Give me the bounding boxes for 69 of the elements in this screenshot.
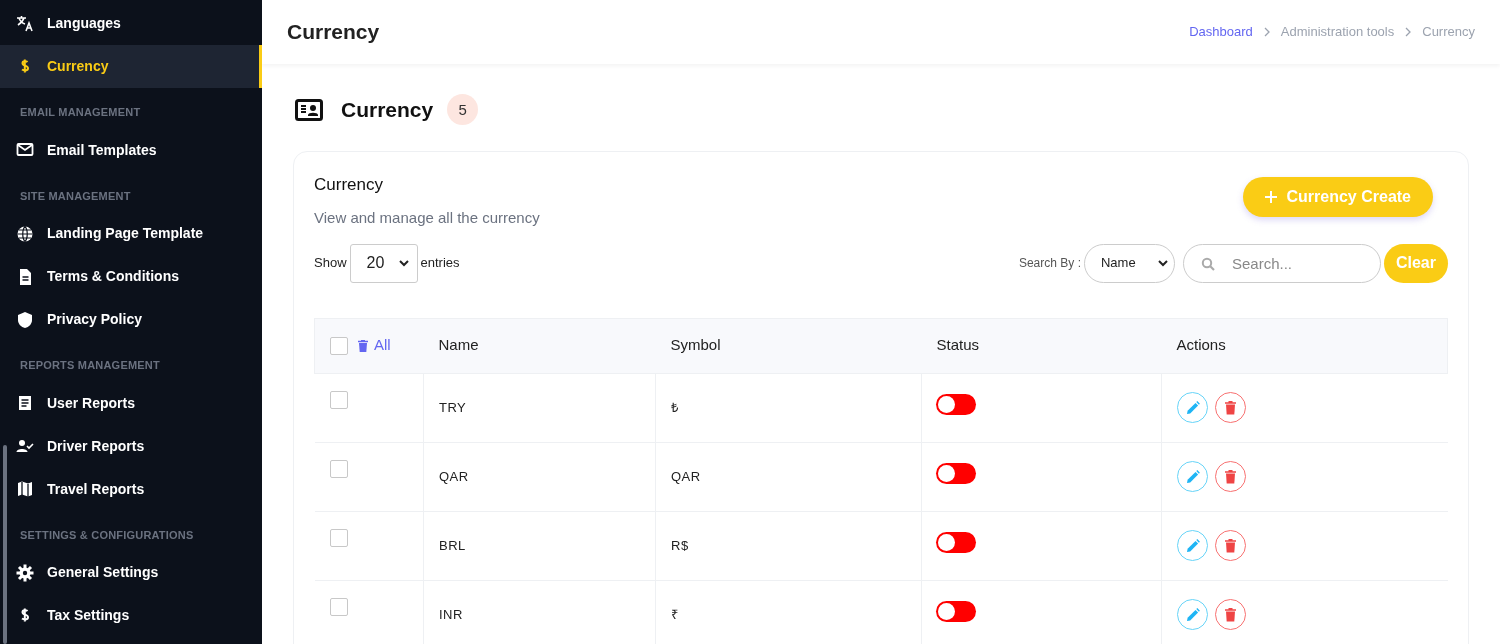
- table-cell: QAR: [423, 442, 656, 511]
- shield-icon: [15, 309, 35, 330]
- table-cell: TRY: [423, 373, 656, 442]
- delete-all-button[interactable]: All: [358, 334, 391, 357]
- search-icon: [1200, 256, 1215, 271]
- chevron-icon: [1404, 27, 1413, 37]
- section-title: Currency: [341, 97, 434, 123]
- sidebar-item[interactable]: Landing Page Template: [0, 212, 262, 255]
- checkbox[interactable]: [330, 336, 348, 355]
- table-cell: INR: [423, 580, 656, 644]
- checkbox[interactable]: [329, 390, 348, 409]
- table-cell: R$: [655, 511, 922, 580]
- globe-icon: [15, 223, 35, 244]
- pencil-icon: [1185, 538, 1200, 553]
- table-cell: ₹: [655, 580, 922, 644]
- column-header: Actions: [1161, 318, 1448, 373]
- checkbox[interactable]: [329, 459, 348, 478]
- id-card-icon: [295, 98, 323, 121]
- plus-icon: [1264, 190, 1277, 203]
- entries-label: entries: [420, 254, 460, 273]
- checkbox[interactable]: [329, 597, 348, 616]
- table-cell: BRL: [423, 511, 656, 580]
- caret-icon: [1157, 259, 1168, 267]
- page-title: Currency: [287, 19, 380, 46]
- status-toggle[interactable]: [936, 600, 976, 622]
- sidebar-item[interactable]: Travel Reports: [0, 467, 262, 511]
- sidebar-section-title: REPORTS MANAGEMENT: [19, 358, 161, 373]
- checkbox[interactable]: [329, 528, 348, 547]
- trash-icon: [1225, 538, 1236, 553]
- status-toggle[interactable]: [936, 531, 976, 553]
- translate-icon: [15, 13, 35, 34]
- sidebar-item[interactable]: Terms & Conditions: [0, 255, 262, 298]
- trash-icon: [1225, 400, 1236, 415]
- pencil-icon: [1185, 607, 1200, 622]
- show-label: Show: [314, 254, 347, 273]
- map-icon: [15, 479, 35, 499]
- search-field[interactable]: Search...: [1182, 243, 1381, 283]
- status-toggle[interactable]: [936, 462, 976, 484]
- trash-icon: [1225, 607, 1236, 622]
- column-header: Name: [423, 318, 656, 373]
- card-title: Currency: [314, 173, 384, 196]
- table-cell: QAR: [655, 442, 922, 511]
- chevron-icon: [1262, 27, 1271, 37]
- sidebar-item[interactable]: Tax Settings: [0, 594, 262, 637]
- caret-icon: [398, 259, 409, 267]
- sidebar-section-title: SITE MANAGEMENT: [19, 188, 132, 204]
- trash-icon: [358, 339, 368, 352]
- sidebar-item[interactable]: Privacy Policy: [0, 298, 262, 341]
- sidebar-item[interactable]: Email Templates: [0, 128, 262, 172]
- count-badge: 5: [447, 94, 479, 126]
- sidebar-item[interactable]: Languages: [0, 2, 262, 45]
- sidebar-section-title: EMAIL MANAGEMENT: [19, 105, 142, 120]
- search-by-label: Search By :: [1018, 255, 1081, 272]
- sidebar-item[interactable]: Currency: [0, 45, 262, 88]
- status-toggle[interactable]: [936, 393, 976, 415]
- sidebar-section-title: SETTINGS & CONFIGURATIONS: [19, 527, 195, 543]
- column-header: Symbol: [655, 318, 922, 373]
- card-subtitle: View and manage all the currency: [314, 208, 540, 228]
- sidebar-item[interactable]: User Reports: [0, 381, 262, 425]
- sidebar-item[interactable]: Driver Reports: [0, 424, 262, 468]
- column-header: Status: [921, 318, 1162, 373]
- pencil-icon: [1185, 400, 1200, 415]
- trash-icon: [1225, 469, 1236, 484]
- table-cell: ₺: [655, 373, 922, 442]
- gear-icon: [15, 562, 35, 583]
- pencil-icon: [1185, 469, 1200, 484]
- page-size-select[interactable]: 20: [349, 243, 418, 283]
- sidebar-item[interactable]: General Settings: [0, 551, 262, 594]
- breadcrumb-link[interactable]: Dashboard: [1189, 22, 1253, 42]
